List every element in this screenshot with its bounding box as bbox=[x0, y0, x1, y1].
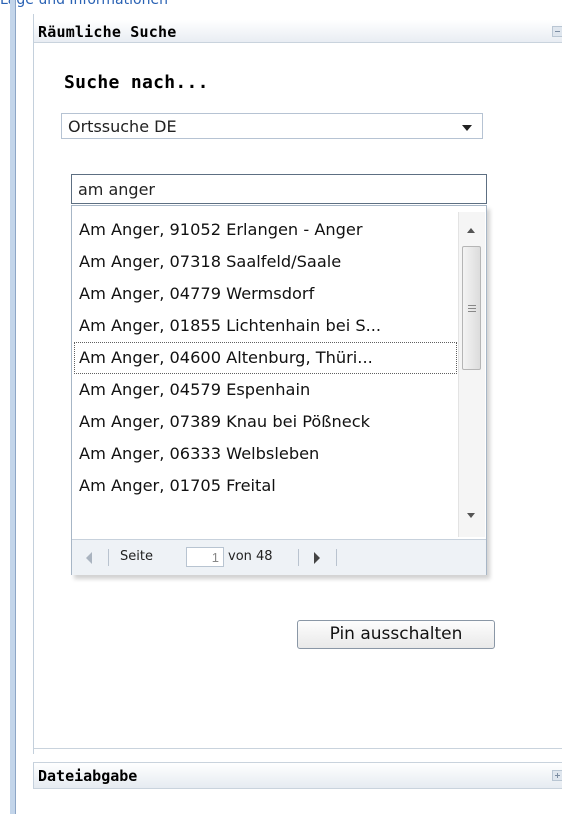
place-search-input[interactable] bbox=[71, 174, 487, 204]
search-results-dropdown: Am Anger, 91052 Erlangen - Anger Am Ange… bbox=[71, 205, 487, 575]
result-item[interactable]: Am Anger, 01705 Freital bbox=[74, 470, 457, 502]
toolbar-separator bbox=[336, 549, 337, 566]
results-scrollbar[interactable] bbox=[458, 212, 485, 537]
search-type-value: Ortssuche DE bbox=[68, 117, 177, 136]
toolbar-separator bbox=[298, 549, 299, 566]
result-item[interactable]: Am Anger, 07389 Knau bei Pößneck bbox=[74, 406, 457, 438]
search-type-select[interactable]: Ortssuche DE bbox=[61, 113, 483, 139]
search-heading: Suche nach... bbox=[64, 72, 209, 93]
spatial-search-header[interactable]: Räumliche Suche bbox=[34, 20, 562, 43]
left-divider bbox=[15, 0, 16, 814]
page-count: von 48 bbox=[228, 549, 273, 564]
result-item[interactable]: Am Anger, 91052 Erlangen - Anger bbox=[74, 214, 457, 246]
grip-line bbox=[468, 311, 476, 312]
scrollbar-thumb[interactable] bbox=[462, 246, 481, 370]
panel-divider bbox=[34, 748, 562, 749]
result-item[interactable]: Am Anger, 01855 Lichtenhain bei S... bbox=[74, 310, 457, 342]
result-item[interactable]: Am Anger, 04579 Espenhain bbox=[74, 374, 457, 406]
collapse-icon[interactable] bbox=[552, 26, 562, 37]
result-item-selected[interactable]: Am Anger, 04600 Altenburg, Thüri... bbox=[74, 342, 457, 374]
pin-toggle-button[interactable]: Pin ausschalten bbox=[297, 620, 495, 649]
panel-title: Dateiabgabe bbox=[38, 767, 138, 785]
prev-page-icon[interactable] bbox=[86, 552, 92, 564]
next-page-icon[interactable] bbox=[314, 552, 320, 564]
page-number-input[interactable] bbox=[186, 547, 224, 567]
toolbar-separator bbox=[108, 549, 109, 566]
result-item[interactable]: Am Anger, 04779 Wermsdorf bbox=[74, 278, 457, 310]
chevron-down-icon[interactable] bbox=[462, 125, 472, 131]
expand-icon[interactable] bbox=[552, 770, 562, 781]
file-delivery-header[interactable]: Dateiabgabe bbox=[33, 762, 562, 789]
panel-title: Räumliche Suche bbox=[38, 23, 177, 41]
page-label: Seite bbox=[120, 549, 153, 564]
paging-toolbar: Seite von 48 bbox=[72, 539, 486, 575]
grip-line bbox=[468, 305, 476, 306]
scroll-up-icon[interactable] bbox=[467, 228, 475, 233]
result-item[interactable]: Am Anger, 07318 Saalfeld/Saale bbox=[74, 246, 457, 278]
result-item[interactable]: Am Anger, 06333 Welbsleben bbox=[74, 438, 457, 470]
top-nav-link[interactable]: Lage und Informationen bbox=[0, 0, 168, 8]
scroll-down-icon[interactable] bbox=[467, 513, 475, 518]
grip-line bbox=[468, 308, 476, 309]
results-list: Am Anger, 91052 Erlangen - Anger Am Ange… bbox=[74, 214, 457, 536]
